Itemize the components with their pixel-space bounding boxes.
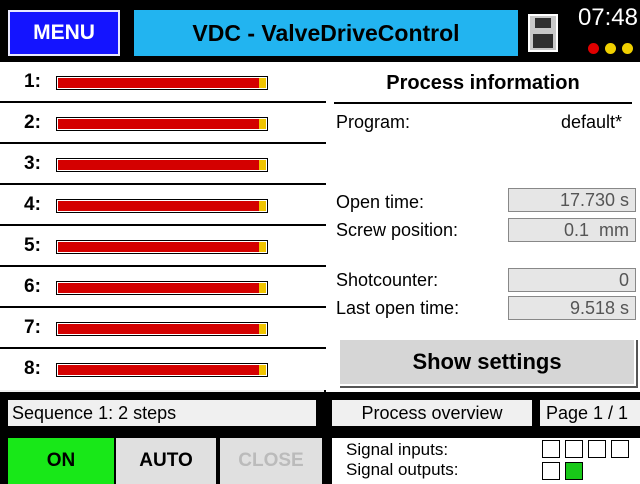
valve-number: 8: — [24, 358, 41, 379]
status-dot-yellow — [605, 43, 616, 54]
valve-number: 4: — [24, 194, 41, 215]
process-info-panel: Process information Program: default* Op… — [326, 62, 640, 392]
valve-number: 1: — [24, 71, 41, 92]
valve-position-bar — [56, 76, 268, 90]
open-time-label: Open time: — [336, 192, 425, 212]
close-button[interactable]: CLOSE — [218, 438, 322, 484]
process-overview-button[interactable]: Process overview — [332, 400, 532, 426]
valve-position-tip — [259, 365, 266, 375]
shotcounter-label: Shotcounter: — [336, 270, 439, 290]
auto-button[interactable]: AUTO — [114, 438, 216, 484]
signal-input-indicator — [588, 440, 606, 458]
process-info-title: Process information — [386, 72, 580, 94]
valve-position-bar — [56, 158, 268, 172]
screw-position-value: 0.1 mm — [508, 218, 636, 242]
valve-row[interactable]: 7: — [0, 308, 326, 349]
valve-position-fill — [58, 201, 266, 211]
valve-position-fill — [58, 242, 266, 252]
valve-row[interactable]: 2: — [0, 103, 326, 144]
valve-position-fill — [58, 283, 266, 293]
open-time-value: 17.730 s — [508, 188, 636, 212]
valve-position-fill — [58, 78, 266, 88]
valve-row[interactable]: 6: — [0, 267, 326, 308]
valve-position-tip — [259, 201, 266, 211]
signal-output-indicator — [542, 462, 560, 480]
valve-number: 2: — [24, 112, 41, 133]
valve-position-tip — [259, 160, 266, 170]
valve-position-tip — [259, 242, 266, 252]
divider — [334, 102, 632, 104]
valve-number: 5: — [24, 235, 41, 256]
valve-row[interactable]: 1: — [0, 62, 326, 103]
valve-position-bar — [56, 322, 268, 336]
status-dot-red — [588, 43, 599, 54]
signal-input-indicator — [611, 440, 629, 458]
valve-position-tip — [259, 283, 266, 293]
signal-input-indicator — [565, 440, 583, 458]
valve-number: 6: — [24, 276, 41, 297]
signals-panel: Signal inputs: Signal outputs: — [332, 438, 640, 484]
app-title: VDC - ValveDriveControl — [134, 10, 518, 56]
floppy-disk-icon[interactable] — [528, 14, 558, 52]
screw-position-label: Screw position: — [336, 220, 459, 240]
valve-list: 1: 2: 3: 4: 5: 6: 7: 8: — [0, 62, 326, 392]
valve-position-fill — [58, 119, 266, 129]
on-button[interactable]: ON — [8, 438, 114, 484]
valve-position-fill — [58, 160, 266, 170]
signal-outputs-label: Signal outputs: — [346, 460, 459, 479]
valve-position-fill — [58, 324, 266, 334]
valve-position-bar — [56, 281, 268, 295]
valve-row[interactable]: 8: — [0, 349, 326, 390]
shotcounter-value: 0 — [508, 268, 636, 292]
signal-output-indicator — [565, 462, 583, 480]
valve-row[interactable]: 4: — [0, 185, 326, 226]
valve-position-tip — [259, 119, 266, 129]
valve-position-bar — [56, 240, 268, 254]
header-bar: MENU VDC - ValveDriveControl 07:48 — [0, 0, 640, 62]
valve-row[interactable]: 3: — [0, 144, 326, 185]
valve-number: 7: — [24, 317, 41, 338]
valve-position-bar — [56, 199, 268, 213]
control-bar: ON AUTO CLOSE Signal inputs: Signal outp… — [0, 432, 640, 484]
show-settings-button[interactable]: Show settings — [338, 338, 636, 386]
menu-button[interactable]: MENU — [8, 10, 120, 56]
program-label: Program: — [336, 112, 411, 132]
sequence-info: Sequence 1: 2 steps — [8, 400, 316, 426]
program-value: default* — [560, 112, 622, 132]
page-indicator[interactable]: Page 1 / 1 — [540, 400, 640, 426]
signal-input-indicator — [542, 440, 560, 458]
valve-position-tip — [259, 324, 266, 334]
valve-number: 3: — [24, 153, 41, 174]
valve-position-bar — [56, 117, 268, 131]
valve-position-fill — [58, 365, 266, 375]
signal-inputs-label: Signal inputs: — [346, 440, 449, 459]
clock: 07:48 — [577, 4, 638, 31]
valve-position-tip — [259, 78, 266, 88]
last-open-time-label: Last open time: — [336, 298, 460, 318]
status-dot-yellow — [622, 43, 633, 54]
valve-row[interactable]: 5: — [0, 226, 326, 267]
status-bar: Sequence 1: 2 steps Process overview Pag… — [0, 392, 640, 432]
valve-position-bar — [56, 363, 268, 377]
last-open-time-value: 9.518 s — [508, 296, 636, 320]
